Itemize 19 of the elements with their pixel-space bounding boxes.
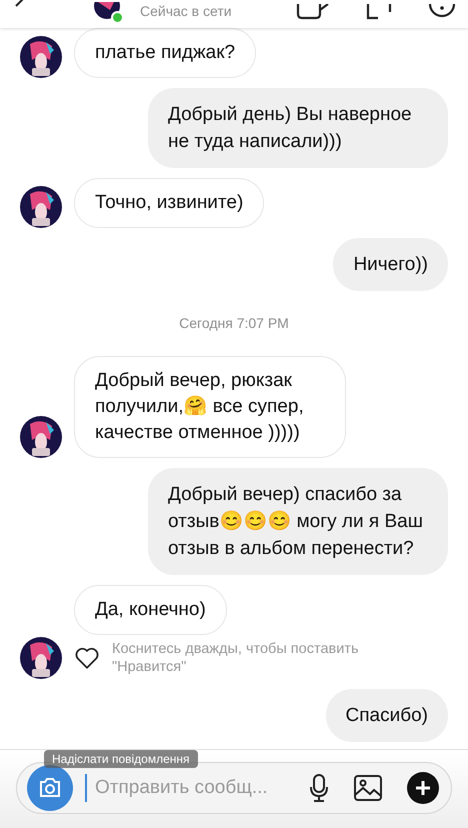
- message-bubble: Добрый день) Вы наверное не туда написали))): [148, 88, 448, 168]
- message-bubble: Добрый вечер, рюкзак получили,🤗 все супер, качестве отменное ))))): [74, 356, 346, 458]
- add-icon[interactable]: [407, 772, 439, 804]
- status-text: Сейчас в сети: [140, 2, 232, 21]
- message-bubble: Добрый вечер) спасибо за отзыв😊😊😊 могу ли я Ваш отзыв в альбом перенести?: [148, 468, 448, 575]
- like-hint-text: Коснитесь дважды, чтобы поставить "Нравится": [112, 640, 360, 676]
- message-bubble: Спасибо): [326, 689, 448, 742]
- message-bubble: Точно, извините): [74, 178, 264, 228]
- timestamp: Сегодня 7:07 PM: [179, 314, 289, 333]
- image-icon[interactable]: [353, 774, 383, 802]
- camera-icon: [38, 778, 62, 798]
- heart-icon[interactable]: [74, 646, 100, 670]
- camera-button[interactable]: [27, 765, 73, 811]
- microphone-icon[interactable]: [309, 773, 329, 803]
- overlay-label: Надіслати повідомлення: [44, 750, 198, 768]
- message-bubble: Ничего)): [333, 238, 448, 291]
- message-bubble: Да, конечно): [74, 585, 227, 635]
- message-input[interactable]: Отправить сообщ...: [85, 774, 297, 802]
- message-bubble: платье пиджак?: [74, 28, 256, 78]
